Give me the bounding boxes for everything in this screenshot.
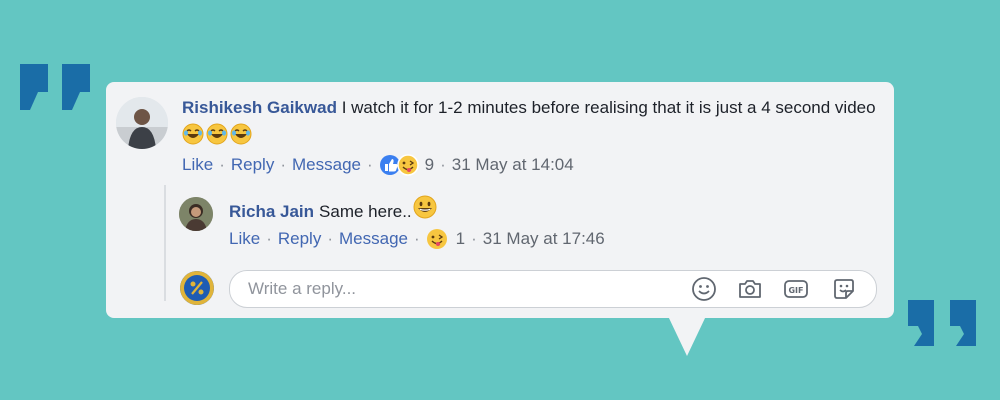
comment-actions: Like · Reply · Message · 9 · 31 May at 1… — [182, 154, 574, 176]
separator: · — [280, 155, 286, 174]
separator: · — [440, 155, 446, 174]
closing-quote-icon — [908, 300, 976, 346]
timestamp[interactable]: 31 May at 14:04 — [452, 155, 574, 175]
reply-composer[interactable]: Write a reply... GIF — [229, 270, 877, 308]
reply-text: Same here.. — [319, 201, 412, 221]
like-link[interactable]: Like — [182, 155, 213, 175]
reaction-count[interactable]: 9 — [425, 155, 434, 175]
reply-thread-line — [164, 185, 166, 301]
avatar[interactable] — [179, 197, 213, 231]
separator: · — [471, 229, 477, 248]
reply-author[interactable]: Richa Jain — [229, 198, 314, 225]
reply-actions: Like · Reply · Message · 1 · 31 May at 1… — [229, 228, 605, 250]
speech-bubble-tail — [668, 316, 706, 356]
timestamp[interactable]: 31 May at 17:46 — [483, 229, 605, 249]
separator: · — [266, 229, 272, 248]
reply-text-block: Richa Jain Same here.. — [229, 195, 437, 227]
like-reaction-icon — [379, 154, 419, 176]
separator: · — [366, 155, 373, 174]
laughing-emoji-icon — [182, 123, 254, 153]
grinning-emoji-icon — [413, 195, 437, 227]
reaction-count[interactable]: 1 — [456, 229, 465, 249]
haha-reaction-icon[interactable] — [426, 228, 448, 250]
emoji-picker-icon[interactable] — [691, 276, 717, 302]
gif-icon[interactable]: GIF — [783, 276, 809, 302]
opening-quote-icon — [20, 64, 90, 110]
reaction-icons[interactable] — [379, 154, 419, 176]
comment-author[interactable]: Rishikesh Gaikwad — [182, 98, 337, 117]
comment-text-block: Rishikesh Gaikwad I watch it for 1-2 min… — [182, 94, 882, 153]
reply-input[interactable]: Write a reply... — [248, 271, 356, 307]
separator: · — [413, 229, 420, 248]
message-link[interactable]: Message — [339, 229, 408, 249]
avatar[interactable] — [116, 97, 168, 149]
comment-text: I watch it for 1-2 minutes before realis… — [341, 98, 876, 117]
sticker-icon[interactable] — [831, 276, 857, 302]
comment-card: Rishikesh Gaikwad I watch it for 1-2 min… — [106, 82, 894, 318]
separator: · — [327, 229, 333, 248]
like-link[interactable]: Like — [229, 229, 260, 249]
separator: · — [219, 155, 225, 174]
reply-link[interactable]: Reply — [231, 155, 274, 175]
avatar — [180, 271, 214, 305]
camera-icon[interactable] — [737, 276, 763, 302]
reply-link[interactable]: Reply — [278, 229, 321, 249]
message-link[interactable]: Message — [292, 155, 361, 175]
svg-text:GIF: GIF — [788, 286, 803, 295]
